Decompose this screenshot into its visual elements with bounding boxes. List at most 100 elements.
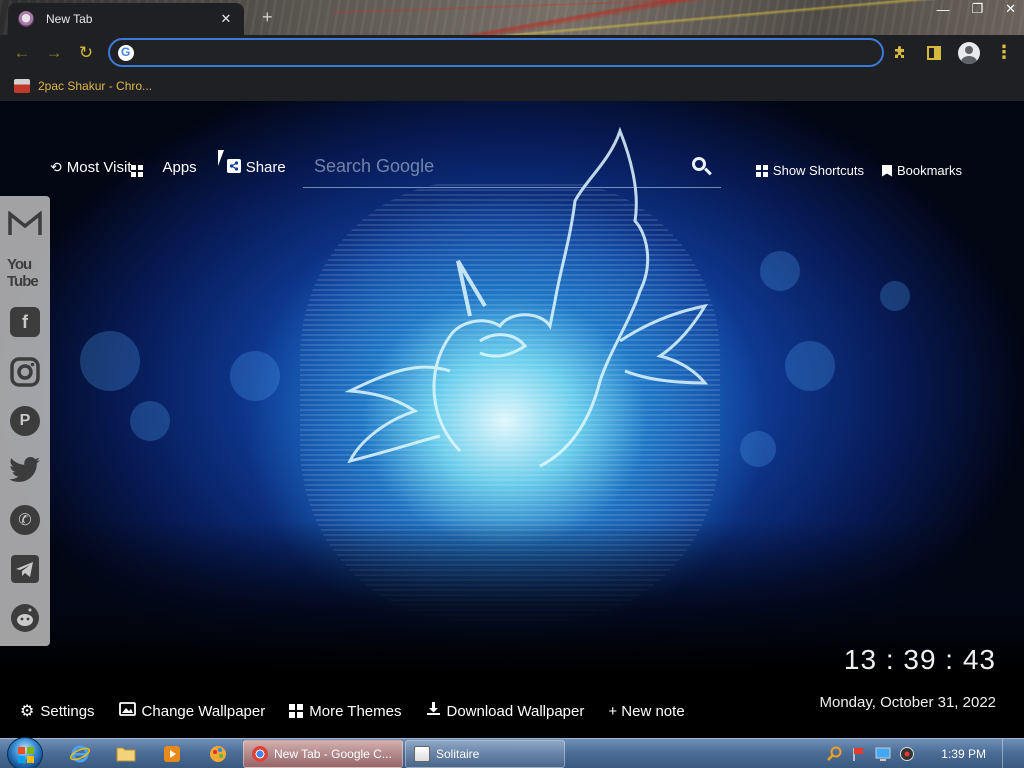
whatsapp-icon[interactable]: ✆ — [7, 498, 43, 541]
apps-link[interactable]: Apps — [131, 157, 197, 177]
wallpaper-bokeh — [230, 351, 280, 401]
address-bar[interactable] — [108, 38, 884, 67]
back-arrow-icon[interactable]: ← — [6, 37, 38, 69]
social-sidebar: You Tube f P ✆ — [0, 196, 50, 646]
show-desktop-button[interactable] — [1002, 739, 1014, 768]
apps-grid-icon — [131, 157, 144, 177]
taskbar-clock[interactable]: 1:39 PM — [941, 747, 986, 761]
share-label: Share — [245, 158, 286, 176]
bottom-links: ⚙ Settings Change Wallpaper More Themes … — [20, 701, 709, 721]
gmail-icon[interactable] — [7, 202, 43, 245]
bookmarks-label: Bookmarks — [896, 163, 962, 178]
solitaire-icon — [414, 746, 430, 762]
clock: 13 : 39 : 43 — [843, 644, 996, 675]
more-themes-button[interactable]: More Themes — [289, 702, 402, 720]
youtube-icon[interactable]: You Tube — [7, 251, 43, 294]
taskbar-item-chrome[interactable]: New Tab - Google C... — [243, 740, 403, 768]
bookmarks-link[interactable]: Bookmarks — [881, 163, 962, 178]
new-tab-page: ⟲ Most Visit Apps Share Show Shortc — [0, 101, 1024, 738]
wallpaper-bokeh — [785, 341, 835, 391]
history-icon: ⟲ — [50, 158, 62, 175]
most-visited-label: Most Visit — [66, 158, 132, 176]
theme-graffiti-background — [330, 0, 950, 35]
telegram-icon[interactable] — [7, 547, 43, 590]
reddit-icon[interactable] — [7, 597, 43, 640]
toolbar-right-icons: ⋮ — [890, 35, 1014, 70]
top-links: ⟲ Most Visit Apps Share — [50, 157, 300, 177]
bookmark-item-2pac[interactable]: 2pac Shakur - Chro... — [38, 79, 152, 93]
taskbar-item-solitaire[interactable]: Solitaire — [405, 740, 565, 768]
twitter-icon[interactable] — [7, 449, 43, 492]
media-player-icon[interactable] — [160, 742, 184, 766]
share-link[interactable]: Share — [226, 158, 286, 176]
paint-app-icon[interactable] — [206, 742, 230, 766]
wallpaper-bokeh — [880, 281, 910, 311]
window-controls: — ❐ ✕ — [936, 0, 1016, 18]
right-links: Show Shortcuts Bookmarks — [755, 163, 962, 178]
bookmarks-bar: 2pac Shakur - Chro... — [0, 70, 1024, 101]
search-icon[interactable] — [691, 156, 713, 178]
tab-close-icon[interactable]: ✕ — [218, 11, 234, 27]
new-tab-button[interactable]: + — [262, 7, 273, 28]
forward-arrow-icon[interactable]: → — [38, 37, 70, 69]
minimize-button[interactable]: — — [936, 2, 949, 17]
show-shortcuts-label: Show Shortcuts — [772, 163, 864, 178]
google-g-icon — [118, 44, 134, 61]
download-wallpaper-button[interactable]: Download Wallpaper — [426, 701, 585, 721]
image-icon — [118, 701, 136, 721]
date: Monday, October 31, 2022 — [819, 694, 997, 711]
search-tray-icon[interactable] — [827, 746, 843, 762]
windows-flag-icon — [18, 747, 34, 763]
profile-icon[interactable] — [958, 41, 980, 64]
bookmark-favicon-icon — [14, 78, 30, 93]
network-tray-icon[interactable] — [875, 746, 891, 762]
grid-icon — [289, 704, 304, 718]
show-shortcuts-link[interactable]: Show Shortcuts — [755, 163, 864, 178]
tab-title: New Tab — [46, 12, 93, 26]
download-wallpaper-label: Download Wallpaper — [446, 702, 585, 720]
facebook-icon[interactable]: f — [7, 301, 43, 344]
chrome-icon — [252, 746, 268, 762]
windows-taskbar: New Tab - Google C... Solitaire 1:39 PM — [0, 737, 1024, 768]
system-tray: 1:39 PM — [827, 739, 1024, 768]
restore-button[interactable]: ❐ — [971, 1, 983, 17]
instagram-icon[interactable] — [7, 350, 43, 393]
mouse-cursor-icon — [218, 150, 230, 166]
search-box — [303, 146, 721, 188]
wallpaper-bokeh — [740, 431, 776, 467]
reload-icon[interactable]: ↻ — [70, 37, 102, 69]
taskbar-item-chrome-label: New Tab - Google C... — [274, 747, 392, 761]
tab-new-tab[interactable]: New Tab ✕ — [8, 3, 244, 35]
windows-grid-icon — [755, 164, 768, 177]
wallpaper-bokeh — [130, 401, 170, 441]
close-window-button[interactable]: ✕ — [1005, 1, 1016, 17]
more-themes-label: More Themes — [309, 702, 402, 720]
flag-tray-icon[interactable] — [851, 746, 867, 762]
download-icon — [426, 701, 441, 721]
most-visited-link[interactable]: ⟲ Most Visit — [50, 159, 131, 176]
side-panel-icon[interactable] — [924, 43, 944, 63]
tab-strip: New Tab ✕ + — ❐ ✕ — [0, 0, 1024, 35]
new-note-button[interactable]: + New note — [608, 703, 684, 720]
new-note-label: + New note — [608, 702, 685, 720]
taskbar-item-solitaire-label: Solitaire — [436, 747, 480, 761]
settings-button[interactable]: ⚙ Settings — [20, 701, 95, 721]
start-button[interactable] — [7, 737, 43, 768]
wallpaper-bokeh — [80, 331, 140, 391]
browser-toolbar: ← → ↻ ⋮ — [0, 35, 1024, 70]
menu-icon[interactable]: ⋮ — [994, 42, 1014, 63]
search-input[interactable] — [303, 156, 691, 177]
gear-icon: ⚙ — [20, 703, 35, 720]
bookmark-icon — [881, 164, 892, 177]
extensions-icon[interactable] — [890, 43, 910, 63]
explorer-folder-icon[interactable] — [114, 742, 138, 766]
pinterest-icon[interactable]: P — [7, 399, 43, 442]
change-wallpaper-label: Change Wallpaper — [141, 702, 266, 720]
change-wallpaper-button[interactable]: Change Wallpaper — [118, 701, 266, 721]
settings-label: Settings — [40, 702, 95, 720]
apps-label: Apps — [162, 158, 197, 176]
tab-favicon-icon — [18, 11, 34, 27]
volume-tray-icon[interactable] — [899, 746, 915, 762]
internet-explorer-icon[interactable] — [68, 742, 92, 766]
wallpaper-bokeh — [760, 251, 800, 291]
